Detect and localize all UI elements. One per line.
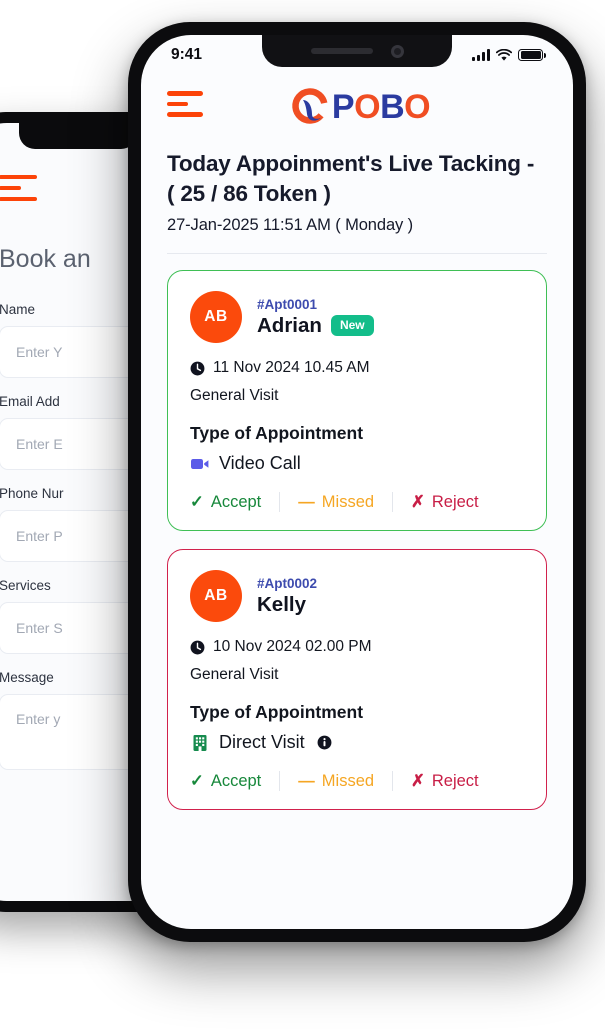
hamburger-line [0,197,37,201]
patient-name: Adrian [257,313,322,337]
page-title: Today Appoinment's Live Tacking - ( 25 /… [167,151,535,206]
reject-label: Reject [431,771,479,790]
patient-name-row: Adrian New [257,314,374,338]
check-icon: ✓ [190,772,204,791]
clock-icon [190,361,205,376]
clock-icon [190,640,205,655]
video-camera-icon [191,458,209,469]
visit-type: General Visit [190,387,279,405]
phone-notch [262,35,452,67]
hamburger-line [0,186,21,190]
logo-text-o2: O [404,87,431,126]
logo-text-p: P [331,87,355,126]
reject-button[interactable]: ✗ Reject [411,492,479,512]
appointment-mode-label: Video Call [219,453,301,474]
missed-label: Missed [321,492,375,511]
appointment-type-label: Type of Appointment [190,423,364,444]
appointment-type-label: Type of Appointment [190,702,364,723]
hamburger-line [0,175,37,179]
accept-label: Accept [210,771,262,790]
card-actions: ✓ Accept — Missed ✗ Reject [190,492,524,513]
info-circle-icon[interactable] [317,735,332,750]
logo-text-o1: O [354,87,381,126]
signal-bar [487,49,490,61]
hamburger-icon[interactable] [0,175,39,201]
accept-button[interactable]: ✓ Accept [190,492,261,512]
battery-full-icon [518,48,546,62]
status-indicators [472,48,546,62]
action-divider [279,492,281,513]
app-logo[interactable]: P O B O [203,87,547,127]
missed-label: Missed [321,771,375,790]
hamburger-line [167,112,203,117]
patient-info: #Apt0001 Adrian New [257,297,374,338]
card-header: AB #Apt0002 Kelly [190,570,524,623]
appointment-mode-row: Direct Visit [190,732,524,753]
dash-icon: — [298,492,315,511]
action-divider [279,771,281,792]
patient-name-row: Kelly [257,593,317,617]
status-badge: New [330,315,374,337]
cross-icon: ✗ [411,772,425,791]
reject-label: Reject [431,492,479,511]
appointment-mode-label: Direct Visit [219,732,305,753]
appointment-mode-row: Video Call [190,453,524,474]
accept-label: Accept [210,492,262,511]
reject-button[interactable]: ✗ Reject [411,771,479,791]
accept-button[interactable]: ✓ Accept [190,771,261,791]
appointment-datetime: 11 Nov 2024 10.45 AM [213,359,370,377]
patient-name: Kelly [257,592,306,616]
screenshot-stage: Book an Name Enter Y Email Add Enter E P… [0,0,605,1031]
page-subtitle: 27-Jan-2025 11:51 AM ( Monday ) [167,216,414,235]
hamburger-line [167,91,203,96]
card-header: AB #Apt0001 Adrian New [190,291,524,344]
signal-bar [482,52,485,61]
action-divider [392,492,394,513]
check-icon: ✓ [190,493,204,512]
logo-text-b: B [380,87,405,126]
front-camera-icon [390,44,404,58]
action-divider [392,771,394,792]
hamburger-icon[interactable] [167,91,203,123]
appointment-datetime-row: 10 Nov 2024 02.00 PM [190,638,524,656]
battery-fill [520,51,541,59]
appointment-card[interactable]: AB #Apt0001 Adrian New 11 Nov 2024 10.45… [167,270,547,532]
foreground-phone: 9:41 P O B O Today Appoinment's Live Tac… [128,22,586,942]
appointment-datetime: 10 Nov 2024 02.00 PM [213,638,372,656]
missed-button[interactable]: — Missed [298,493,374,512]
missed-button[interactable]: — Missed [298,772,374,791]
foreground-phone-screen: 9:41 P O B O Today Appoinment's Live Tac… [141,35,573,929]
logo-q-icon [290,87,332,127]
avatar: AB [190,570,242,623]
status-time: 9:41 [171,46,203,63]
signal-bar [477,54,480,61]
app-header: P O B O [141,75,573,133]
visit-type: General Visit [190,666,279,684]
dash-icon: — [298,771,315,790]
hamburger-line [167,101,188,107]
cellular-signal-icon [472,49,490,61]
card-actions: ✓ Accept — Missed ✗ Reject [190,771,524,792]
earpiece-speaker-icon [310,48,373,54]
wifi-icon [496,48,512,61]
building-icon [193,734,207,751]
appointment-list: AB #Apt0001 Adrian New 11 Nov 2024 10.45… [141,254,573,811]
avatar: AB [190,291,242,344]
appointment-datetime-row: 11 Nov 2024 10.45 AM [190,359,524,377]
appointment-id: #Apt0002 [257,575,318,591]
patient-info: #Apt0002 Kelly [257,576,317,617]
page-header: Today Appoinment's Live Tacking - ( 25 /… [141,133,573,255]
appointment-id: #Apt0001 [257,296,318,312]
signal-bar [472,57,475,61]
cross-icon: ✗ [411,493,425,512]
appointment-card[interactable]: AB #Apt0002 Kelly 10 Nov 2024 02.00 PM G… [167,549,547,811]
